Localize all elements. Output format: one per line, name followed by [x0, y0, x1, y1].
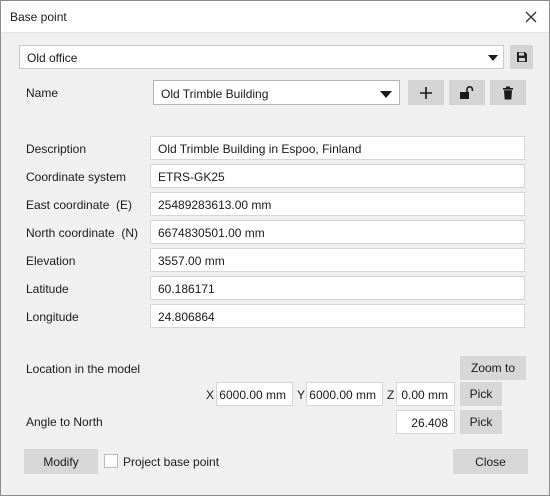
zoom-to-button[interactable]: Zoom to: [460, 356, 526, 380]
location-x-value: 6000.00 mm: [219, 388, 286, 402]
z-axis-label: Z: [387, 388, 395, 402]
coordinate-system-field[interactable]: ETRS-GK25: [150, 164, 525, 188]
preset-dropdown[interactable]: Old office: [19, 45, 504, 69]
latitude-value: 60.186171: [158, 282, 215, 296]
save-icon: [516, 52, 527, 62]
north-coordinate-label: North coordinate (N): [26, 226, 139, 240]
angle-value: 26.408: [411, 416, 448, 430]
location-y-value: 6000.00 mm: [309, 388, 376, 402]
east-coordinate-label: East coordinate (E): [26, 198, 133, 212]
elevation-value: 3557.00 mm: [158, 254, 225, 268]
x-axis-label: X: [206, 388, 215, 402]
save-preset-button[interactable]: [510, 45, 533, 69]
longitude-field[interactable]: 24.806864: [150, 304, 525, 328]
angle-label: Angle to North: [26, 415, 103, 429]
latitude-label: Latitude: [26, 282, 69, 296]
title-bar: Base point: [1, 1, 549, 33]
location-x-field[interactable]: 6000.00 mm: [216, 382, 293, 406]
preset-value: Old office: [27, 51, 78, 65]
east-coordinate-value: 25489283613.00 mm: [158, 198, 272, 212]
chevron-down-icon: [488, 55, 498, 61]
base-point-dialog: Base point Old office Name Old Trimble B…: [0, 0, 550, 496]
elevation-label: Elevation: [26, 254, 76, 268]
unlock-button[interactable]: [449, 80, 485, 105]
elevation-field[interactable]: 3557.00 mm: [150, 248, 525, 272]
coordinate-system-value: ETRS-GK25: [158, 170, 225, 184]
window-title: Base point: [10, 10, 67, 24]
coordinate-system-label: Coordinate system: [26, 170, 127, 184]
name-value: Old Trimble Building: [161, 87, 269, 101]
trash-icon: [503, 86, 513, 99]
description-label: Description: [26, 142, 87, 156]
location-y-field[interactable]: 6000.00 mm: [306, 382, 383, 406]
longitude-value: 24.806864: [158, 310, 215, 324]
close-icon: [525, 11, 537, 23]
close-button[interactable]: Close: [453, 449, 528, 474]
plus-icon: [420, 86, 432, 99]
name-label: Name: [26, 86, 59, 100]
pick-angle-button[interactable]: Pick: [460, 410, 502, 434]
name-dropdown[interactable]: Old Trimble Building: [153, 80, 400, 105]
north-coordinate-value: 6674830501.00 mm: [158, 226, 265, 240]
east-coordinate-field[interactable]: 25489283613.00 mm: [150, 192, 525, 216]
pick-location-button[interactable]: Pick: [460, 382, 502, 406]
description-value: Old Trimble Building in Espoo, Finland: [158, 142, 362, 156]
location-label: Location in the model: [26, 362, 141, 376]
unlock-icon: [460, 85, 474, 99]
location-z-field[interactable]: 0.00 mm: [396, 382, 455, 406]
angle-field[interactable]: 26.408: [396, 410, 455, 434]
project-base-point-label: Project base point: [123, 455, 220, 469]
close-window-button[interactable]: [519, 5, 543, 29]
add-base-point-button[interactable]: [408, 80, 444, 105]
longitude-label: Longitude: [26, 310, 79, 324]
location-z-value: 0.00 mm: [401, 388, 448, 402]
project-base-point-checkbox[interactable]: [104, 454, 118, 468]
latitude-field[interactable]: 60.186171: [150, 276, 525, 300]
north-coordinate-field[interactable]: 6674830501.00 mm: [150, 220, 525, 244]
modify-button[interactable]: Modify: [24, 449, 98, 474]
delete-base-point-button[interactable]: [490, 80, 526, 105]
description-field[interactable]: Old Trimble Building in Espoo, Finland: [150, 136, 525, 160]
chevron-down-icon: [380, 91, 392, 98]
y-axis-label: Y: [297, 388, 306, 402]
